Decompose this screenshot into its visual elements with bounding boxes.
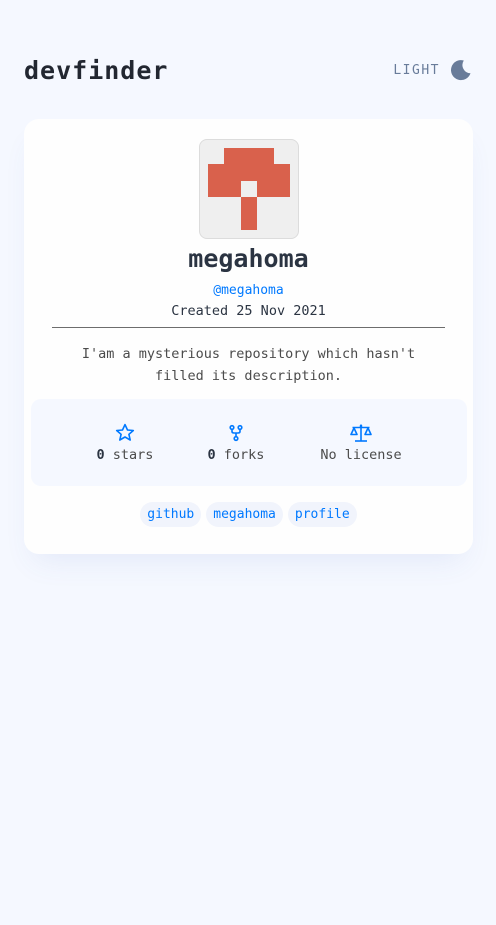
star-icon: [115, 423, 135, 441]
stat-forks: 0 forks: [196, 399, 276, 486]
profile-login-link[interactable]: @megahoma: [24, 283, 473, 298]
repo-stats-panel: 0 stars 0 forks No license: [31, 399, 467, 486]
header: devfinder LIGHT: [24, 52, 472, 88]
profile-bio: I'am a mysterious repository which hasn'…: [81, 346, 416, 384]
stat-license: No license: [311, 399, 411, 486]
theme-toggle-label: LIGHT: [393, 62, 440, 78]
stat-stars: 0 stars: [85, 399, 165, 486]
app-logo: devfinder: [24, 55, 169, 85]
forks-count: 0: [207, 447, 216, 463]
profile-card: megahoma @megahoma Created 25 Nov 2021 I…: [24, 119, 473, 554]
avatar[interactable]: [199, 139, 299, 239]
theme-toggle-button[interactable]: LIGHT: [393, 59, 472, 81]
stars-count: 0: [96, 447, 105, 463]
forks-label: forks: [215, 447, 265, 463]
moon-icon: [450, 60, 471, 81]
identicon-image: [208, 148, 290, 230]
tag-megahoma[interactable]: megahoma: [206, 502, 283, 527]
stars-label: stars: [104, 447, 154, 463]
profile-name: megahoma: [188, 244, 309, 273]
tag-github[interactable]: github: [140, 502, 202, 527]
profile-created-date: Created 25 Nov 2021: [171, 303, 326, 319]
tag-profile[interactable]: profile: [287, 502, 357, 527]
scale-icon: [350, 424, 372, 442]
fork-icon: [229, 424, 243, 442]
divider: [52, 327, 445, 328]
license-label: No license: [320, 447, 402, 463]
topic-tags: github megahoma profile: [24, 502, 473, 527]
